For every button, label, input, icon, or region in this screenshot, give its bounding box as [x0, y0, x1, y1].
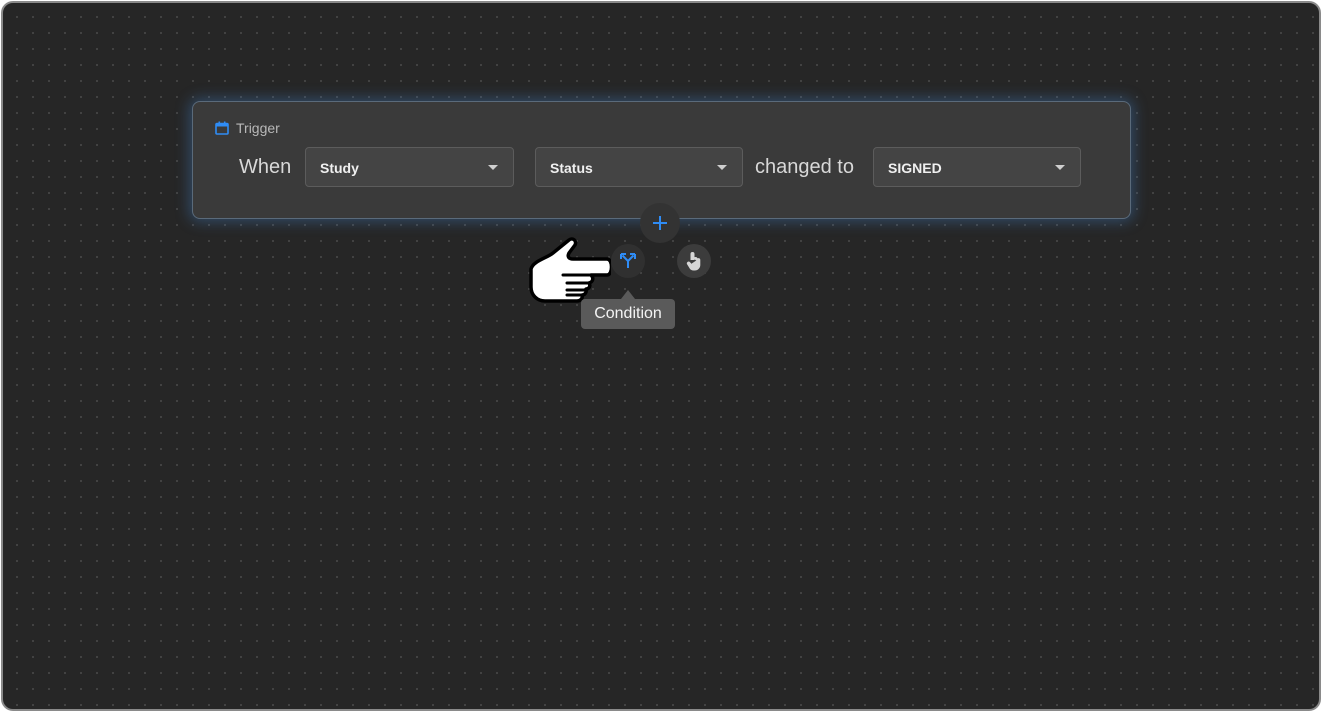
- workflow-canvas: Trigger When Study Status changed to SIG…: [1, 1, 1321, 711]
- chevron-down-icon: [717, 165, 727, 170]
- branch-icon: [620, 253, 636, 268]
- value-select[interactable]: SIGNED: [873, 147, 1081, 187]
- calendar-icon: [215, 121, 229, 135]
- entity-select-value: Study: [320, 160, 359, 176]
- field-select-value: Status: [550, 160, 593, 176]
- chevron-down-icon: [488, 165, 498, 170]
- add-action-button[interactable]: [677, 244, 711, 278]
- touch-hand-icon: [686, 252, 701, 271]
- chevron-down-icon: [1055, 165, 1065, 170]
- changed-to-label: changed to: [755, 156, 854, 178]
- add-step-button[interactable]: [640, 203, 680, 243]
- add-condition-button[interactable]: [611, 244, 645, 278]
- trigger-header: Trigger: [215, 120, 280, 136]
- plus-icon: [653, 216, 667, 230]
- trigger-card[interactable]: Trigger When Study Status changed to SIG…: [192, 101, 1131, 219]
- entity-select[interactable]: Study: [305, 147, 514, 187]
- value-select-value: SIGNED: [888, 160, 942, 176]
- tooltip-arrow: [621, 290, 635, 299]
- trigger-label: Trigger: [236, 120, 280, 136]
- field-select[interactable]: Status: [535, 147, 743, 187]
- condition-tooltip: Condition: [581, 299, 675, 329]
- pointing-hand-icon: [529, 237, 611, 303]
- when-label: When: [239, 156, 292, 178]
